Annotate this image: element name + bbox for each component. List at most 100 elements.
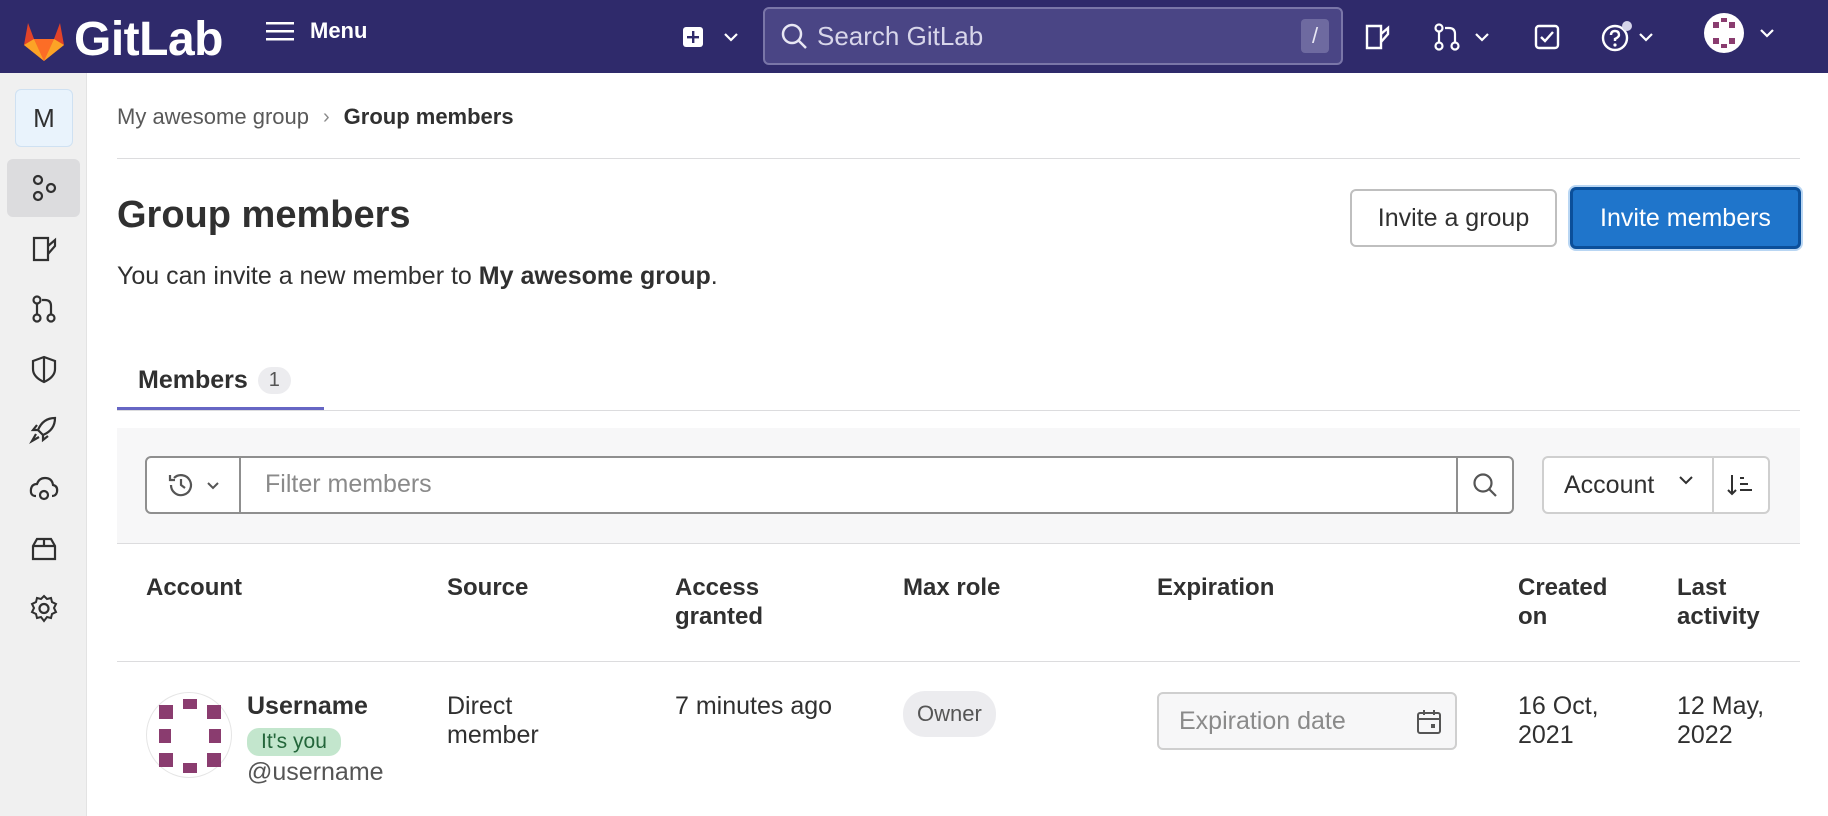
sidebar-item-packages[interactable] [7, 520, 80, 578]
member-avatar[interactable] [146, 692, 232, 778]
member-source: Direct member [447, 692, 539, 750]
breadcrumb-current[interactable]: Group members [344, 104, 514, 130]
its-you-badge: It's you [247, 728, 341, 756]
rocket-icon [28, 416, 56, 444]
brand-name: GitLab [74, 13, 224, 66]
menu-button[interactable]: Menu [266, 18, 367, 44]
sidebar-item-settings[interactable] [7, 580, 80, 638]
column-header-source: Source [447, 574, 529, 601]
divider [117, 661, 1800, 662]
calendar-icon [1417, 710, 1441, 734]
chevron-down-icon [724, 33, 738, 42]
package-icon [31, 537, 56, 561]
merge-request-icon [31, 295, 56, 323]
column-header-max-role[interactable]: Max role [903, 573, 1000, 602]
subtitle-group-name: My awesome group [478, 262, 711, 290]
sort-by-dropdown[interactable]: Account [1544, 458, 1714, 512]
column-header-access-granted[interactable]: Access granted [675, 573, 763, 631]
todos-button[interactable] [1532, 18, 1562, 56]
sidebar-item-deployments[interactable] [7, 400, 80, 458]
filter-search-button[interactable] [1456, 458, 1512, 512]
header-line: Created [1518, 574, 1608, 601]
expiration-date-input[interactable]: Expiration date [1157, 692, 1457, 750]
expiration-placeholder: Expiration date [1179, 707, 1346, 735]
tab-members[interactable]: Members 1 [117, 350, 324, 410]
invite-group-button[interactable]: Invite a group [1350, 189, 1557, 247]
header-line: activity [1677, 603, 1760, 630]
chevron-down-icon [1475, 33, 1489, 42]
member-access-granted: 7 minutes ago [675, 692, 833, 720]
issues-button[interactable] [1362, 18, 1392, 56]
group-overview-icon [32, 174, 56, 202]
chevron-down-icon [207, 481, 219, 489]
search-shortcut-key: / [1301, 19, 1329, 53]
header-line: on [1518, 603, 1548, 630]
group-avatar[interactable]: M [15, 89, 73, 147]
filter-members-input[interactable]: Filter members [265, 470, 432, 499]
subtitle-suffix: . [710, 262, 718, 290]
issues-icon [32, 236, 56, 262]
sort-control: Account [1542, 456, 1770, 514]
menu-label: Menu [310, 18, 368, 43]
chevron-down-icon [1639, 33, 1653, 42]
identicon-icon [159, 699, 221, 773]
member-name[interactable]: Username [247, 692, 368, 721]
column-header-account[interactable]: Account [146, 573, 242, 602]
invite-members-button[interactable]: Invite members [1570, 187, 1801, 249]
issues-icon [1365, 24, 1390, 50]
create-new-dropdown[interactable] [681, 18, 739, 56]
page-title: Group members [117, 194, 411, 236]
user-menu-dropdown[interactable] [1703, 13, 1775, 53]
breadcrumb-group-link[interactable]: My awesome group [117, 104, 309, 130]
recent-searches-dropdown[interactable] [147, 458, 241, 512]
subtitle-prefix: You can invite a new member to [117, 262, 479, 290]
group-sidebar: M [0, 73, 87, 816]
sort-by-label: Account [1564, 470, 1655, 499]
source-line: Direct [447, 692, 513, 720]
header-line: granted [675, 603, 764, 630]
help-icon [1601, 21, 1632, 52]
sidebar-item-security[interactable] [7, 340, 80, 398]
cloud-gear-icon [29, 476, 58, 501]
filter-search-box: Filter members [145, 456, 1514, 514]
column-header-created-on[interactable]: Created on [1518, 573, 1607, 631]
page-subtitle: You can invite a new member to My awesom… [117, 262, 718, 291]
history-icon [168, 474, 193, 497]
top-navbar: GitLab Menu Search GitLab / [0, 0, 1828, 73]
help-dropdown[interactable] [1600, 18, 1654, 56]
date-line: 12 May, [1677, 692, 1765, 720]
sidebar-item-monitor[interactable] [7, 460, 80, 518]
sidebar-item-merge-requests[interactable] [7, 280, 80, 338]
header-line: Last [1677, 574, 1727, 601]
member-created-on: 16 Oct, 2021 [1518, 692, 1599, 750]
search-placeholder: Search GitLab [817, 20, 984, 51]
todo-checkbox-icon [1534, 24, 1560, 50]
sidebar-item-issues[interactable] [7, 220, 80, 278]
gitlab-logo[interactable]: GitLab [20, 12, 224, 67]
column-header-last-activity[interactable]: Last activity [1677, 573, 1760, 631]
gear-icon [30, 594, 57, 623]
merge-request-icon [1434, 23, 1460, 51]
source-line: member [447, 721, 539, 749]
gitlab-tanuki-icon [24, 22, 64, 61]
date-line: 16 Oct, [1518, 692, 1599, 720]
shield-icon [31, 355, 56, 384]
sort-ascending-icon [1727, 475, 1752, 496]
merge-requests-dropdown[interactable] [1432, 18, 1490, 56]
member-last-activity: 12 May, 2022 [1677, 692, 1764, 750]
member-username: @username [247, 758, 384, 786]
max-role-badge: Owner [903, 691, 996, 737]
search-icon [1473, 473, 1497, 497]
divider [117, 410, 1800, 411]
date-line: 2022 [1677, 721, 1733, 749]
tab-members-label: Members [138, 365, 248, 394]
chevron-right-icon: › [322, 105, 330, 128]
column-header-expiration: Expiration [1157, 574, 1275, 601]
chevron-down-icon [1679, 476, 1693, 485]
plus-square-icon [683, 27, 703, 47]
sort-direction-button[interactable] [1712, 458, 1768, 512]
divider [117, 158, 1800, 159]
sidebar-item-group-overview[interactable] [7, 159, 80, 217]
header-line: Access [675, 574, 760, 601]
global-search[interactable]: Search GitLab / [763, 7, 1343, 65]
